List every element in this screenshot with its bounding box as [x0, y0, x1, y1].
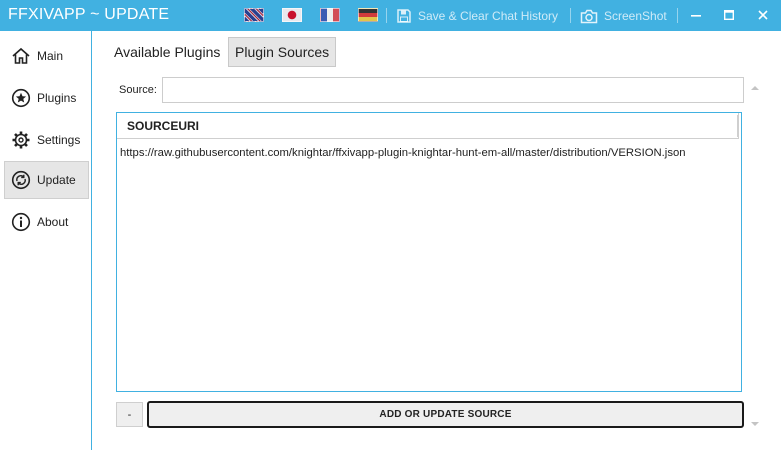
close-icon	[758, 10, 768, 20]
sidebar-item-about[interactable]: About	[4, 203, 89, 241]
sidebar-item-label: About	[37, 215, 69, 229]
sidebar-item-update[interactable]: Update	[4, 161, 89, 199]
scroll-up-arrow[interactable]	[750, 80, 760, 90]
remove-source-button[interactable]: -	[116, 402, 143, 427]
source-grid: SOURCEURI https://raw.githubusercontent.…	[116, 112, 742, 392]
sidebar-item-label: Main	[37, 49, 64, 63]
column-header-sourceuri[interactable]: SOURCEURI	[117, 113, 739, 139]
french-flag-icon[interactable]	[320, 8, 340, 22]
title-separator	[570, 8, 571, 23]
minimize-button[interactable]	[684, 4, 708, 26]
sidebar-item-settings[interactable]: Settings	[4, 121, 89, 159]
scroll-down-arrow[interactable]	[750, 416, 760, 426]
close-button[interactable]	[751, 4, 775, 26]
tab-plugin-sources[interactable]: Plugin Sources	[228, 37, 337, 67]
table-row[interactable]: https://raw.githubusercontent.com/knight…	[117, 143, 741, 163]
maximize-icon	[724, 10, 734, 20]
sidebar-item-plugins[interactable]: Plugins	[4, 79, 89, 117]
gear-icon	[12, 131, 30, 149]
title-separator	[677, 8, 678, 23]
sidebar-item-label: Update	[37, 173, 76, 187]
english-flag-icon[interactable]	[244, 8, 264, 22]
german-flag-icon[interactable]	[358, 8, 378, 22]
screenshot-label: ScreenShot	[604, 9, 667, 23]
column-resize-handle[interactable]	[737, 115, 739, 137]
sidebar-item-label: Settings	[37, 133, 81, 147]
save-icon	[397, 9, 411, 23]
screenshot-button[interactable]: ScreenShot	[580, 6, 667, 26]
save-clear-chat-button[interactable]: Save & Clear Chat History	[396, 6, 558, 26]
sidebar-item-label: Plugins	[37, 91, 77, 105]
home-icon	[12, 47, 30, 64]
update-icon	[11, 170, 31, 190]
sidebar: Main Plugins Settings Update About	[0, 31, 92, 450]
camera-icon	[580, 9, 598, 23]
maximize-button[interactable]	[717, 4, 741, 26]
sidebar-item-main[interactable]: Main	[4, 37, 89, 75]
source-input[interactable]	[162, 77, 744, 103]
japanese-flag-icon[interactable]	[282, 8, 302, 22]
minimize-icon	[691, 15, 701, 17]
star-icon	[11, 88, 31, 108]
source-label: Source:	[119, 84, 157, 96]
chevron-down-icon	[751, 422, 759, 426]
info-icon	[11, 212, 31, 232]
tab-available-plugins[interactable]: Available Plugins	[108, 37, 226, 67]
chevron-up-icon	[751, 86, 759, 90]
add-or-update-source-button[interactable]: ADD OR UPDATE SOURCE	[147, 401, 744, 428]
title-bar: FFXIVAPP ~ UPDATE Save & Clear Chat Hist…	[0, 0, 781, 31]
title-separator	[386, 8, 387, 23]
window-title: FFXIVAPP ~ UPDATE	[8, 6, 170, 23]
save-clear-chat-label: Save & Clear Chat History	[418, 9, 559, 23]
